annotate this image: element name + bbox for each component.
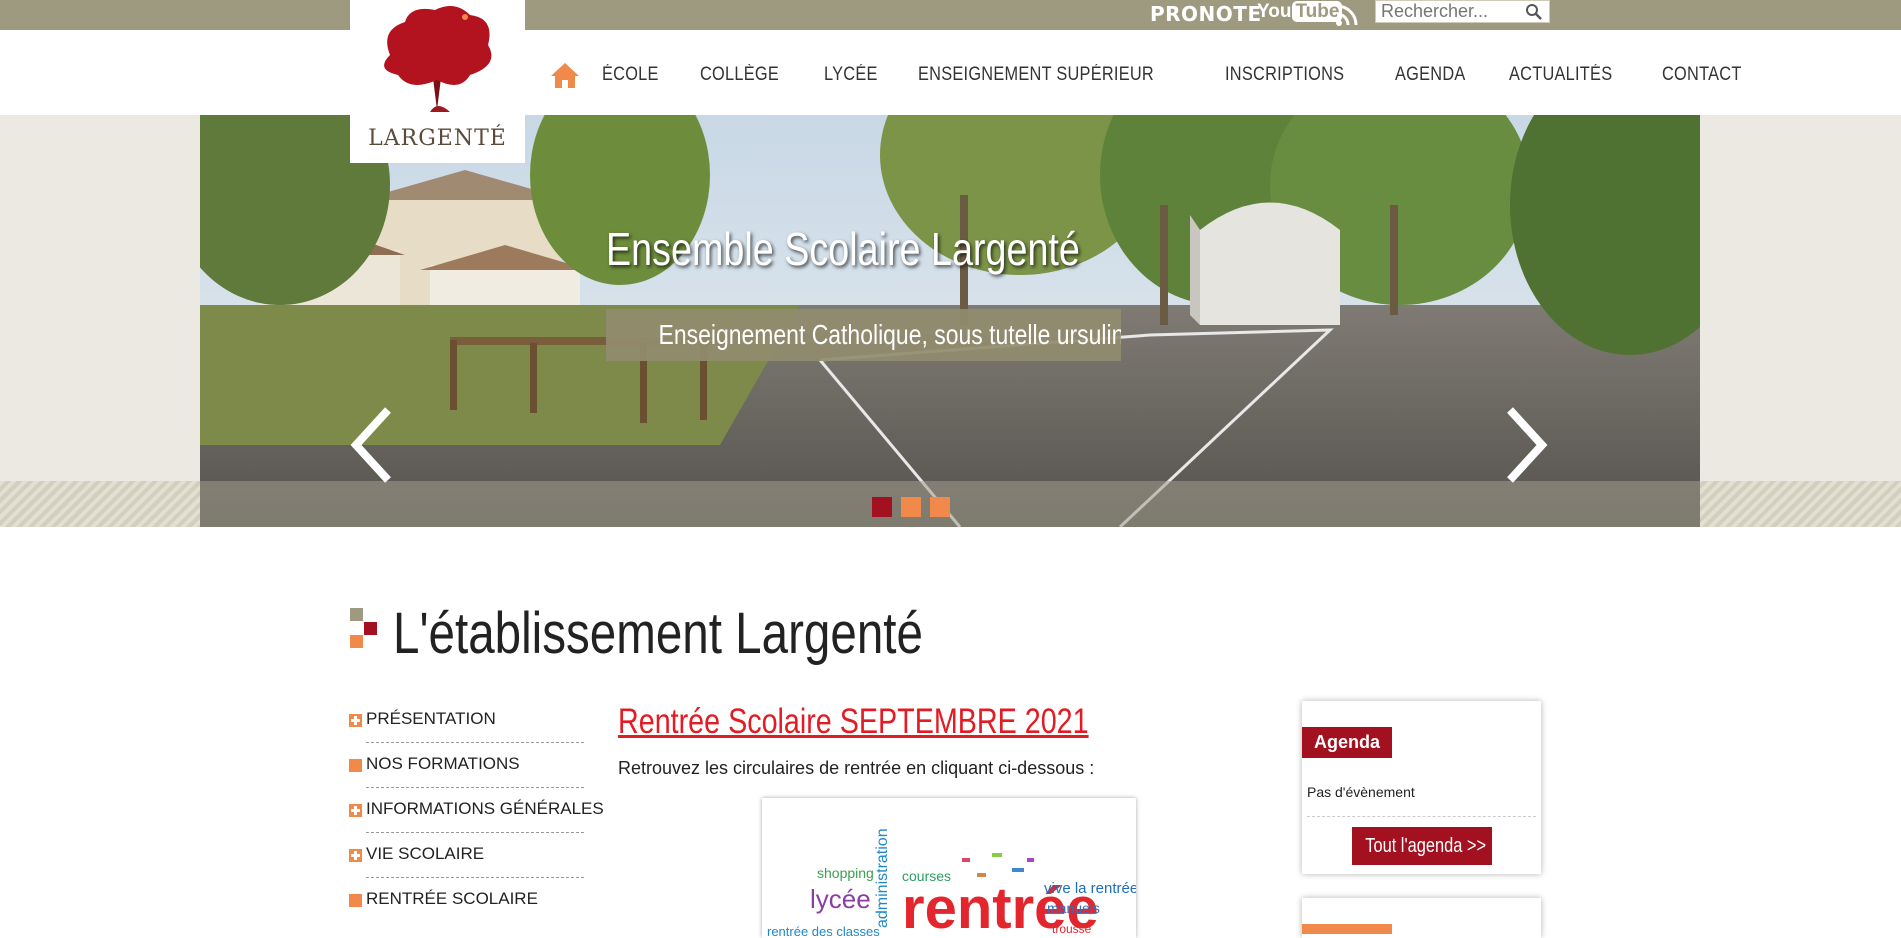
sidebar-item-label: INFORMATIONS GÉNÉRALES — [366, 799, 604, 818]
menu-item-actualites[interactable]: ACTUALITÉS — [1509, 64, 1612, 86]
word-cloud-fleck — [1012, 868, 1024, 872]
word-cloud-fleck — [977, 873, 986, 877]
menu-item-agenda[interactable]: AGENDA — [1395, 64, 1466, 86]
sidebar-item-label: PRÉSENTATION — [366, 709, 496, 728]
article-intro-text: Retrouvez les circulaires de rentrée en … — [618, 758, 1095, 778]
sidebar-item-rentree-scolaire[interactable]: RENTRÉE SCOLAIRE — [349, 880, 589, 925]
top-bar: PRONOTE You Tube — [0, 0, 1901, 30]
slider-dots-bar — [200, 481, 1700, 527]
word-cloud-fleck — [1027, 858, 1034, 862]
sidebar-item-nos-formations[interactable]: NOS FORMATIONS — [349, 745, 589, 790]
search-icon[interactable] — [1525, 3, 1543, 21]
hero-subtitle-text: Enseignement Catholique, sous tutelle ur… — [658, 319, 1121, 350]
word-cloud-word: courses — [902, 868, 951, 884]
menu-item-enseignement-superieur[interactable]: ENSEIGNEMENT SUPÉRIEUR — [918, 64, 1154, 86]
pronote-link[interactable]: PRONOTE — [1150, 2, 1262, 26]
tree-logo-icon — [384, 6, 492, 112]
word-cloud: rentrée lycée administration courses sho… — [767, 828, 1136, 938]
word-cloud-word: trousse — [1052, 922, 1092, 936]
section-title-icon — [350, 608, 377, 648]
secondary-widget — [1302, 898, 1541, 938]
agenda-widget: Agenda Pas d'évènement Tout l'agenda >> — [1302, 701, 1541, 874]
all-agenda-button[interactable]: Tout l'agenda >> — [1352, 827, 1492, 865]
rentree-word-cloud-image[interactable]: rentrée lycée administration courses sho… — [762, 798, 1136, 938]
hero-subtitle: Enseignement Catholique, sous tutelle ur… — [606, 309, 1121, 361]
square-icon — [349, 894, 362, 907]
sidebar-item-label: RENTRÉE SCOLAIRE — [366, 889, 538, 908]
hero-title: Ensemble Scolaire Largenté — [606, 223, 1080, 275]
agenda-tag: Agenda — [1302, 727, 1393, 758]
menu-item-ecole[interactable]: ÉCOLE — [602, 64, 659, 86]
page-title: L'établissement Largenté — [393, 601, 923, 666]
word-cloud-word: rentrée des classes — [767, 924, 880, 938]
menu-item-contact[interactable]: CONTACT — [1662, 64, 1742, 86]
divider — [366, 877, 584, 878]
word-cloud-word: vive la rentrée — [1044, 880, 1136, 897]
plus-icon — [349, 714, 362, 727]
search-input[interactable] — [1376, 1, 1526, 22]
word-cloud-word: administration — [874, 828, 891, 928]
word-cloud-word: lycée — [810, 884, 871, 914]
sidebar-nav: PRÉSENTATION NOS FORMATIONS INFORMATIONS… — [349, 700, 604, 925]
word-cloud-fleck — [962, 858, 970, 862]
word-cloud-fleck — [992, 853, 1002, 857]
youtube-link[interactable]: You Tube — [1257, 1, 1343, 23]
divider — [1307, 816, 1536, 817]
home-icon[interactable] — [550, 61, 580, 89]
article-title-link[interactable]: Rentrée Scolaire SEPTEMBRE 2021 — [618, 702, 1089, 742]
menu-item-college[interactable]: COLLÈGE — [700, 64, 779, 86]
sidebar-item-informations-generales[interactable]: INFORMATIONS GÉNÉRALES — [349, 790, 604, 835]
slider-dot-3[interactable] — [930, 497, 950, 517]
search-box — [1375, 0, 1550, 23]
word-cloud-word: manuels — [1047, 900, 1100, 916]
slider-dot-2[interactable] — [901, 497, 921, 517]
menu-item-inscriptions[interactable]: INSCRIPTIONS — [1225, 64, 1344, 86]
all-agenda-button-label: Tout l'agenda >> — [1365, 835, 1487, 857]
sidebar-item-label: NOS FORMATIONS — [366, 754, 520, 773]
square-icon — [349, 759, 362, 772]
site-logo[interactable]: LARGENTÉ — [350, 0, 525, 163]
divider — [366, 787, 584, 788]
sidebar-item-presentation[interactable]: PRÉSENTATION — [349, 700, 589, 745]
word-cloud-word: shopping — [817, 865, 874, 881]
slider-next-arrow[interactable] — [1500, 405, 1550, 485]
agenda-empty-text: Pas d'évènement — [1307, 784, 1415, 800]
plus-icon — [349, 804, 362, 817]
rss-icon[interactable] — [1335, 3, 1359, 27]
plus-icon — [349, 849, 362, 862]
logo-brand-text: LARGENTÉ — [368, 126, 507, 151]
sidebar-item-vie-scolaire[interactable]: VIE SCOLAIRE — [349, 835, 589, 880]
main-menu: ÉCOLE COLLÈGE LYCÉE ENSEIGNEMENT SUPÉRIE… — [550, 55, 1786, 95]
sidebar-item-label: VIE SCOLAIRE — [366, 844, 485, 863]
divider — [366, 742, 584, 743]
slider-prev-arrow[interactable] — [348, 405, 398, 485]
slider-dot-1[interactable] — [872, 497, 892, 517]
secondary-widget-tag — [1302, 924, 1392, 934]
youtube-label-you: You — [1257, 1, 1292, 22]
divider — [366, 832, 584, 833]
menu-item-lycee[interactable]: LYCÉE — [824, 64, 878, 86]
